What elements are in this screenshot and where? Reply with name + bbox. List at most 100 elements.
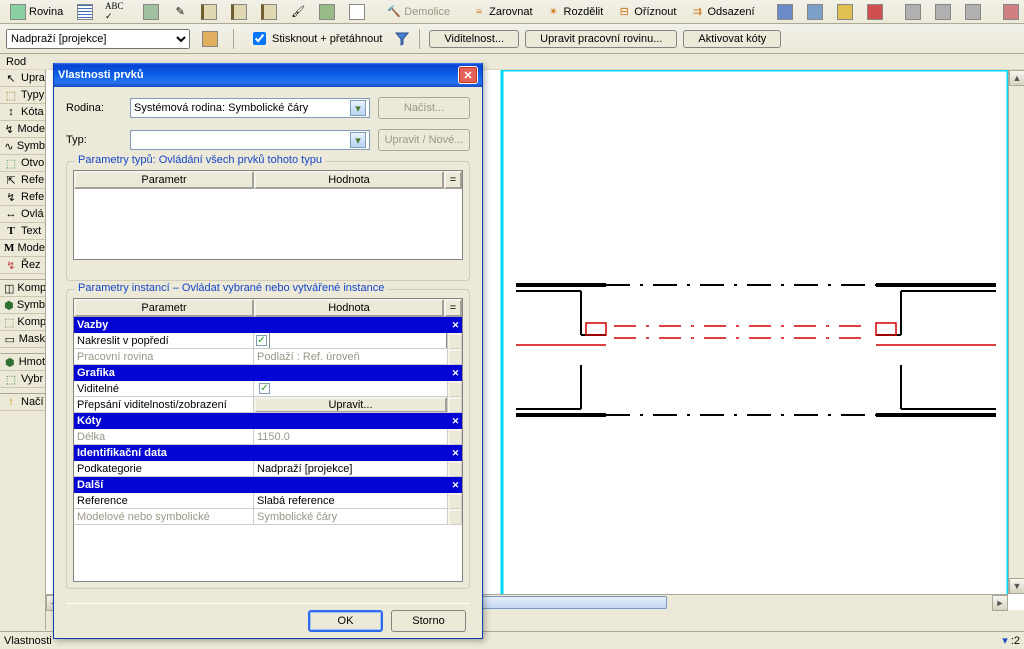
tool-rovina[interactable]: Rovina — [4, 1, 69, 23]
col-hodnota[interactable]: Hodnota — [254, 299, 444, 317]
value-viditelne[interactable]: ✓ — [254, 381, 448, 397]
tab-opening[interactable]: ⬚Otvo — [0, 155, 45, 172]
table-row[interactable]: Nakreslit v popředí ✓ — [74, 333, 462, 349]
scroll-right-button[interactable]: ► — [992, 595, 1008, 611]
table-row[interactable]: Reference Slabá reference — [74, 493, 462, 509]
col-eq[interactable]: = — [444, 171, 462, 189]
aktivovat-koty-button[interactable]: Aktivovat kóty — [683, 30, 781, 48]
filter-button[interactable] — [394, 31, 410, 47]
category-grafika[interactable]: Grafika✕ — [74, 365, 462, 381]
tab-kota[interactable]: ↕Kóta — [0, 104, 45, 121]
tool-g8[interactable] — [997, 1, 1024, 23]
tab-control[interactable]: ↔Ovlá — [0, 206, 45, 223]
ok-button[interactable]: OK — [308, 610, 383, 632]
tab-symbol[interactable]: ⬢Symb — [0, 297, 45, 314]
category-vazby[interactable]: Vazby✕ — [74, 317, 462, 333]
tab-mass[interactable]: ⬢Hmot — [0, 354, 45, 371]
table-header: Parametr Hodnota = — [74, 299, 462, 317]
tab-model-text[interactable]: MMode — [0, 240, 45, 257]
col-eq[interactable]: = — [444, 299, 462, 317]
tool-g5[interactable] — [899, 1, 927, 23]
cancel-button[interactable]: Storno — [391, 610, 466, 632]
tool-demolice[interactable]: 🔨Demolice — [381, 2, 456, 22]
tool-g1[interactable] — [771, 1, 799, 23]
stisknout-checkbox[interactable]: Stisknout + přetáhnout — [243, 28, 388, 49]
table-row[interactable]: Viditelné ✓ — [74, 381, 462, 397]
upravit-row-button[interactable]: Upravit... — [254, 397, 447, 413]
tool-page[interactable] — [343, 1, 371, 23]
separator — [419, 29, 420, 49]
nacist-button[interactable]: Načíst... — [378, 97, 470, 119]
close-button[interactable]: ✕ — [458, 66, 478, 84]
scroll-up-button[interactable]: ▲ — [1009, 70, 1024, 86]
tab-typy[interactable]: ⬚Typy — [0, 87, 45, 104]
tab-section[interactable]: ↯Řez — [0, 257, 45, 274]
tool-abc[interactable]: ABC✓ — [101, 2, 127, 22]
page-icon — [349, 4, 365, 20]
tool-grid[interactable] — [71, 1, 99, 23]
table-row[interactable]: Podkategorie Nadpraží [projekce] — [74, 461, 462, 477]
tool-box[interactable] — [313, 1, 341, 23]
tab-ref-plane[interactable]: ⇱Refe — [0, 172, 45, 189]
tab-upravit[interactable]: ↖Upra — [0, 70, 45, 87]
category-ident[interactable]: Identifikační data✕ — [74, 445, 462, 461]
tool-rozdelit[interactable]: ✴Rozdělit — [541, 2, 610, 22]
tab-ref-line[interactable]: ↯Refe — [0, 189, 45, 206]
funnel-icon — [395, 32, 409, 46]
param-podkat: Podkategorie — [74, 461, 254, 477]
tool-g4[interactable] — [861, 1, 889, 23]
type-selector[interactable]: Nadpraží [projekce] — [6, 29, 190, 49]
value-podkat[interactable]: Nadpraží [projekce] — [254, 461, 448, 477]
tab-detail-comp[interactable]: ⬚Komp — [0, 314, 45, 331]
col-parametr[interactable]: Parametr — [74, 299, 254, 317]
tool-pick[interactable]: ✎ — [167, 2, 193, 22]
value-nakreslit[interactable]: ✓ — [254, 333, 448, 349]
rodina-select[interactable]: Systémová rodina: Symbolické čáry ▾ — [130, 98, 370, 118]
col-parametr[interactable]: Parametr — [74, 171, 254, 189]
upravit-rovinu-button[interactable]: Upravit pracovní rovinu... — [525, 30, 677, 48]
category-koty[interactable]: Kóty✕ — [74, 413, 462, 429]
eyedropper-icon: ✎ — [173, 5, 187, 19]
tool-2[interactable] — [195, 1, 223, 23]
tab-select[interactable]: ⬚Vybr — [0, 371, 45, 388]
checkbox-checked-icon[interactable]: ✓ — [259, 383, 270, 394]
value-reference[interactable]: Slabá reference — [254, 493, 448, 509]
typ-select[interactable]: ▾ — [130, 130, 370, 150]
param-nakreslit: Nakreslit v popředí — [74, 333, 254, 349]
tool-g2[interactable] — [801, 1, 829, 23]
col-hodnota[interactable]: Hodnota — [254, 171, 444, 189]
table-row[interactable]: Přepsání viditelnosti/zobrazení Upravit.… — [74, 397, 462, 413]
vertical-scrollbar[interactable]: ▲ ▼ — [1008, 70, 1024, 594]
param-modelove: Modelové nebo symbolické — [74, 509, 254, 525]
tool-g3[interactable] — [831, 1, 859, 23]
toolbar-options: Nadpraží [projekce] Stisknout + přetáhno… — [0, 24, 1024, 54]
checkbox-input[interactable] — [253, 32, 266, 45]
value-prepsani[interactable]: Upravit... — [254, 397, 448, 413]
scroll-down-button[interactable]: ▼ — [1009, 578, 1024, 594]
tool-3[interactable] — [225, 1, 253, 23]
tool-oriznout[interactable]: ⊟Oříznout — [611, 2, 682, 22]
tool-1[interactable] — [137, 1, 165, 23]
tool-g7[interactable] — [959, 1, 987, 23]
tab-symbolic-lines[interactable]: ∿Symb — [0, 138, 45, 155]
upravit-nove-button[interactable]: Upravit / Nové... — [378, 129, 470, 151]
param-viditelne: Viditelné — [74, 381, 254, 397]
checkbox-checked-icon[interactable]: ✓ — [256, 335, 267, 346]
dropdown-arrow-icon: ▾ — [350, 132, 366, 148]
tab-masking[interactable]: ▭Mask — [0, 331, 45, 348]
tab-component[interactable]: ◫Komp — [0, 280, 45, 297]
gen-icon — [935, 4, 951, 20]
tool-paint[interactable]: 🖌 — [285, 2, 311, 22]
rodina-label: Rodina: — [66, 102, 122, 114]
tab-text[interactable]: TText — [0, 223, 45, 240]
category-dalsi[interactable]: Další✕ — [74, 477, 462, 493]
tool-g6[interactable] — [929, 1, 957, 23]
tool-odsazeni[interactable]: ⇉Odsazení — [684, 2, 760, 22]
tab-load[interactable]: ↑Načí — [0, 394, 45, 411]
dialog-titlebar[interactable]: Vlastnosti prvků ✕ — [54, 63, 482, 87]
tab-model-lines[interactable]: ↯Mode — [0, 121, 45, 138]
viditelnost-button[interactable]: Viditelnost... — [429, 30, 519, 48]
tool-zarovnat[interactable]: ≡Zarovnat — [466, 2, 538, 22]
tool-4[interactable] — [255, 1, 283, 23]
properties-button[interactable] — [196, 28, 224, 50]
